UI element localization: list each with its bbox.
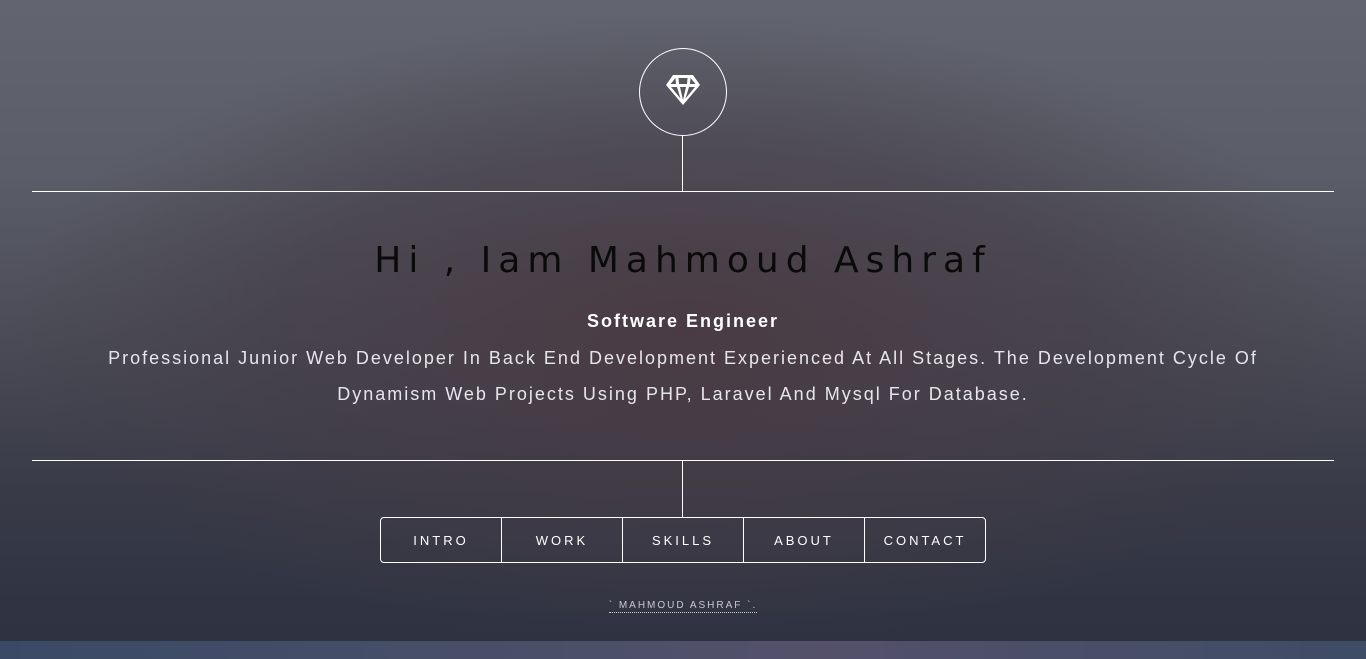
- footer-credit: ` MAHMOUD ASHRAF `.: [0, 595, 1366, 613]
- footer-credit-link[interactable]: ` MAHMOUD ASHRAF `.: [608, 600, 758, 613]
- main-nav: INTRO WORK SKILLS ABOUT CONTACT: [380, 517, 986, 563]
- intro-description: Professional Junior Web Developer In Bac…: [80, 340, 1286, 412]
- nav-item-about[interactable]: ABOUT: [744, 518, 865, 562]
- nav-item-work[interactable]: WORK: [502, 518, 623, 562]
- divider-bottom: [32, 460, 1334, 461]
- intro-description-line-1: Professional Junior Web Developer In Bac…: [108, 348, 1258, 368]
- nav-item-skills[interactable]: SKILLS: [623, 518, 744, 562]
- divider-top: [32, 191, 1334, 192]
- page-title: Hi , Iam Mahmoud Ashraf: [374, 240, 992, 281]
- bottom-band: [0, 641, 1366, 659]
- nav-item-intro[interactable]: INTRO: [381, 518, 502, 562]
- nav-item-contact[interactable]: CONTACT: [865, 518, 985, 562]
- intro-description-line-2: Dynamism Web Projects Using PHP, Laravel…: [337, 384, 1029, 404]
- logo-circle: [639, 48, 727, 136]
- connector-line-top: [682, 135, 683, 192]
- subtitle-role: Software Engineer: [586, 311, 780, 331]
- connector-line-bottom: [682, 461, 683, 517]
- diamond-icon: [664, 73, 702, 112]
